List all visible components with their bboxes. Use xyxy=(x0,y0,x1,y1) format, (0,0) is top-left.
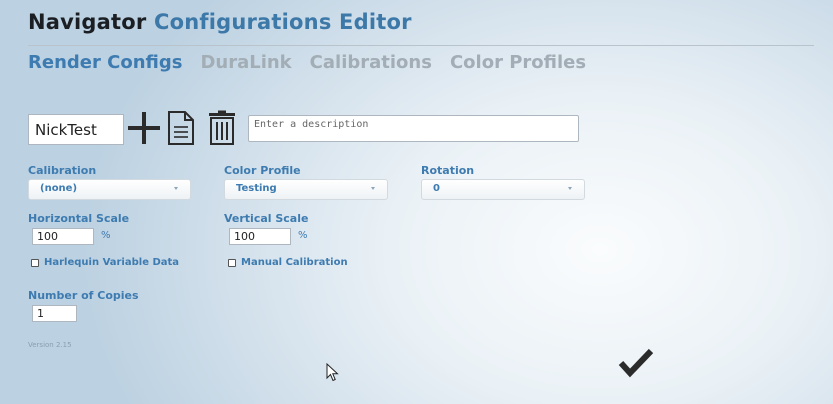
chevron-down-icon xyxy=(568,187,572,190)
harlequin-checkbox[interactable] xyxy=(31,259,39,267)
rotation-label: Rotation xyxy=(421,164,475,177)
rotation-select[interactable]: 0 xyxy=(421,179,585,200)
tab-bar: Render Configs DuraLink Calibrations Col… xyxy=(28,52,586,73)
harlequin-label: Harlequin Variable Data xyxy=(44,257,180,268)
copy-config-button[interactable] xyxy=(166,110,196,146)
title-brand: Navigator xyxy=(28,10,147,34)
chevron-down-icon xyxy=(174,187,178,190)
tab-duralink[interactable]: DuraLink xyxy=(200,52,291,73)
tab-render-configs[interactable]: Render Configs xyxy=(28,52,182,73)
manual-calibration-label: Manual Calibration xyxy=(241,257,348,268)
calibration-select[interactable]: (none) xyxy=(28,179,191,200)
title-divider xyxy=(28,45,814,46)
title-rest: Configurations Editor xyxy=(153,10,412,34)
chevron-down-icon xyxy=(371,187,375,190)
horizontal-scale-unit: % xyxy=(101,230,111,241)
vertical-scale-unit: % xyxy=(298,230,308,241)
calibration-value: (none) xyxy=(40,183,78,194)
mouse-cursor xyxy=(326,362,340,383)
delete-config-button[interactable] xyxy=(206,110,238,146)
add-config-button[interactable] xyxy=(126,110,162,146)
rotation-value: 0 xyxy=(433,183,440,194)
trash-icon xyxy=(209,110,235,145)
tab-color-profiles[interactable]: Color Profiles xyxy=(450,52,586,73)
color-profile-select[interactable]: Testing xyxy=(224,179,388,200)
color-profile-value: Testing xyxy=(236,183,277,194)
manual-calibration-checkbox[interactable] xyxy=(228,259,236,267)
vertical-scale-input[interactable] xyxy=(229,228,291,245)
horizontal-scale-label: Horizontal Scale xyxy=(28,212,130,225)
horizontal-scale-input[interactable] xyxy=(32,228,94,245)
calibration-label: Calibration xyxy=(28,164,97,177)
cursor-arrow-icon xyxy=(326,362,339,382)
copies-label: Number of Copies xyxy=(28,289,139,302)
copies-input[interactable] xyxy=(32,305,77,322)
color-profile-label: Color Profile xyxy=(224,164,301,177)
vertical-scale-label: Vertical Scale xyxy=(224,212,309,225)
config-name-input[interactable] xyxy=(28,114,124,145)
save-button[interactable] xyxy=(618,347,654,379)
document-icon xyxy=(168,111,194,145)
page-title: Navigator Configurations Editor xyxy=(28,10,412,34)
checkmark-icon xyxy=(618,348,654,378)
version-text: Version 2.15 xyxy=(28,341,72,349)
description-input[interactable] xyxy=(248,115,579,142)
tab-calibrations[interactable]: Calibrations xyxy=(310,52,432,73)
plus-icon xyxy=(128,112,160,144)
